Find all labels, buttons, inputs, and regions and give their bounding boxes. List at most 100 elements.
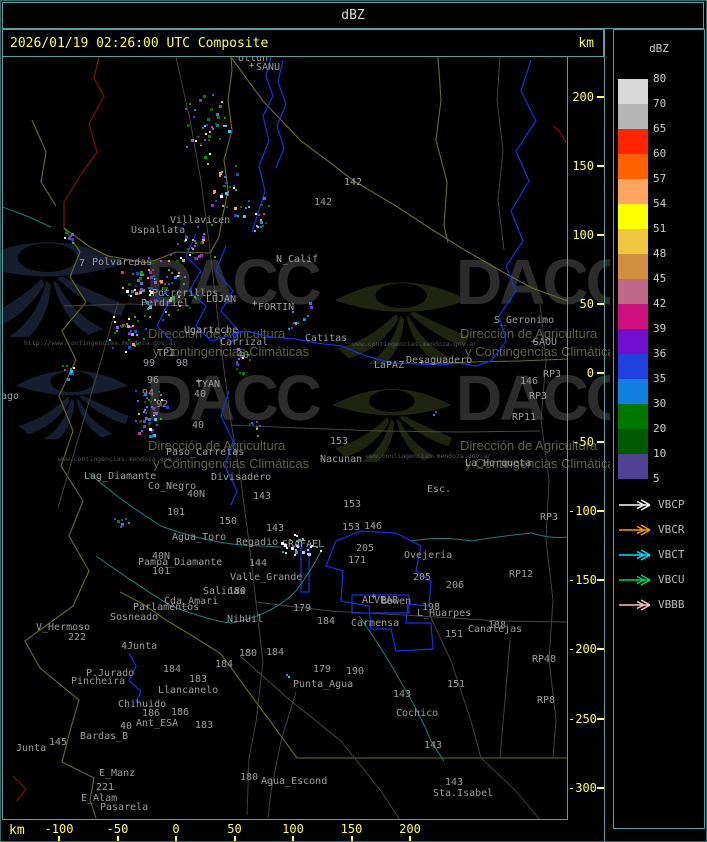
radar-echo-pixel [281, 550, 284, 553]
radar-echo-pixel [288, 538, 291, 541]
radar-echo-pixel [147, 417, 151, 421]
radar-echo-pixel [285, 552, 288, 555]
dbz-scale-value: 45 [653, 272, 667, 285]
dbz-scale-value: 36 [653, 347, 667, 360]
radar-echo-pixel [258, 214, 261, 217]
radar-echo-pixel [160, 280, 164, 284]
radar-echo-pixel [143, 315, 146, 318]
radar-echo-pixel [140, 281, 144, 285]
radar-echo-pixel [303, 317, 307, 321]
radar-echo-pixel [297, 321, 300, 324]
radar-echo-pixel [134, 420, 137, 423]
radar-echo-pixel [159, 402, 163, 406]
radar-echo-pixel [313, 334, 316, 337]
radar-echo-pixel [137, 278, 141, 282]
radar-echo-pixel [119, 525, 122, 528]
y-axis-tick-label: 50 [579, 296, 594, 311]
radar-echo-pixel [112, 316, 115, 318]
radar-echo-pixel [185, 108, 188, 111]
dbz-scale-block [618, 379, 648, 404]
radar-echo-pixel [247, 206, 250, 209]
radar-echo-pixel [130, 333, 134, 337]
radar-echo-pixel [170, 282, 173, 285]
radar-echo-pixel [301, 537, 304, 540]
radar-echo-pixel [287, 675, 290, 678]
radar-echo-pixel [153, 399, 156, 402]
radar-echo-pixel [208, 135, 212, 139]
radar-echo-pixel [134, 288, 137, 291]
dbz-scale-value: 35 [653, 372, 667, 385]
radar-echo-pixel [151, 430, 154, 433]
radar-echo-pixel [165, 405, 169, 409]
radar-echo-pixel [124, 518, 127, 521]
radar-echo-pixel [189, 254, 192, 257]
vector-arrow-icon [618, 522, 656, 536]
radar-echo-pixel [139, 270, 143, 274]
dbz-scale-value: 42 [653, 297, 667, 310]
radar-echo-pixel [72, 372, 75, 375]
y-axis-unit-label: km [578, 36, 594, 51]
radar-echo-pixel [142, 273, 145, 276]
radar-echo-pixel [195, 241, 198, 244]
y-axis-tick-label: -300 [568, 780, 597, 795]
radar-echo-pixel [71, 242, 74, 245]
radar-echo-pixel [248, 199, 251, 202]
dbz-scale-block [618, 229, 648, 254]
radar-echo-pixel [187, 123, 191, 127]
dbz-scale-block [618, 454, 648, 479]
radar-echo-pixel [259, 424, 262, 427]
radar-echo-pixel [151, 260, 155, 264]
radar-echo-pixel [114, 332, 117, 335]
radar-echo-pixel [291, 327, 294, 330]
radar-echo-pixel [241, 354, 244, 357]
radar-echo-pixel [71, 233, 75, 237]
x-axis-tick-mark [350, 836, 353, 842]
radar-echo-pixel [193, 256, 197, 260]
radar-echo-pixel [236, 361, 239, 364]
radar-echo-pixel [159, 418, 162, 421]
legend-header: dBZ [649, 42, 669, 55]
vector-label: VBCT [658, 548, 685, 561]
radar-echo-pixel [157, 391, 160, 394]
radar-echo-pixel [310, 306, 314, 310]
radar-echo-pixel [191, 246, 194, 249]
dbz-scale-value: 51 [653, 222, 667, 235]
dbz-scale-value: 70 [653, 97, 667, 110]
dbz-scale-value: 80 [653, 72, 667, 85]
radar-echo-pixel [196, 226, 199, 229]
radar-echo-pixel [144, 401, 147, 404]
radar-echo-pixel [216, 112, 220, 116]
radar-echo-pixel [114, 517, 117, 520]
dbz-scale-block [618, 154, 648, 179]
radar-echo-pixel [116, 329, 119, 332]
x-axis-tick-label: 200 [399, 822, 421, 836]
radar-echo-pixel [131, 272, 134, 275]
radar-echo-pixel [61, 364, 64, 367]
dbz-scale-block [618, 104, 648, 129]
radar-echo-pixel [182, 223, 185, 226]
radar-echo-pixel [122, 287, 125, 290]
radar-echo-pixel [164, 283, 167, 286]
radar-echo-pixel [168, 268, 171, 271]
dbz-scale-block [618, 429, 648, 454]
radar-echo-pixel [114, 320, 117, 323]
y-axis-tick-label: -200 [568, 642, 597, 657]
radar-echo-pixel [241, 357, 244, 359]
radar-echo-pixel [143, 424, 147, 428]
radar-echo-pixel [131, 325, 134, 328]
vector-arrow-icon [618, 497, 656, 511]
y-axis-tick-label: 150 [572, 158, 594, 173]
radar-echo-pixel [221, 204, 224, 207]
dbz-scale-block [618, 129, 648, 154]
radar-echo-pixel [248, 422, 251, 425]
radar-echo-pixel [154, 277, 157, 280]
radar-echo-pixel [65, 230, 68, 233]
radar-echo-pixel [176, 243, 179, 246]
radar-echoes-layer [2, 57, 568, 820]
radar-echo-pixel [147, 423, 150, 426]
radar-echo-pixel [296, 545, 299, 548]
radar-echo-pixel [149, 315, 152, 318]
radar-echo-pixel [242, 372, 246, 375]
radar-echo-pixel [211, 128, 214, 131]
radar-echo-pixel [263, 197, 267, 201]
